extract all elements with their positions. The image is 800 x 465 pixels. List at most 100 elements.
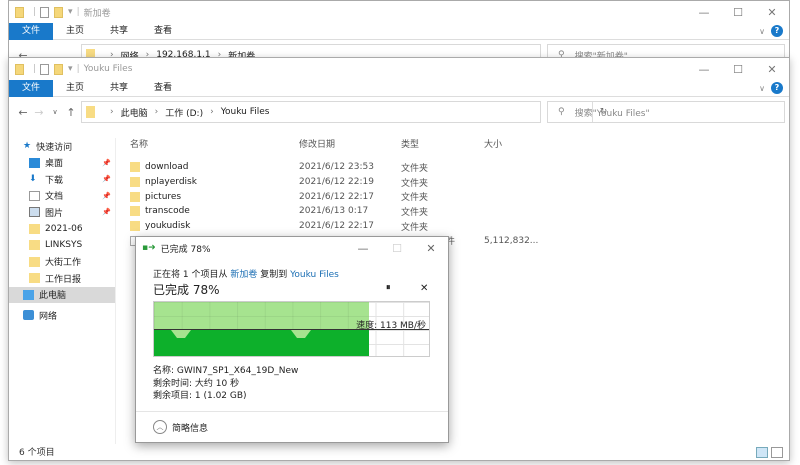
file-date: 2021/6/12 22:19 — [299, 177, 374, 188]
sidebar-item-label: 大街工作 — [45, 258, 82, 269]
recent-locations-icon[interactable]: ∨ — [47, 108, 63, 116]
tab-share[interactable]: 共享 — [97, 23, 141, 40]
maximize-button[interactable]: ☐ — [721, 1, 755, 23]
sidebar-item-daily-report[interactable]: 工作日报 — [9, 270, 115, 287]
column-header-row: 名称 修改日期 类型 大小 — [117, 134, 789, 152]
sidebar-item-label: 此电脑 — [39, 291, 67, 302]
items-remaining: 剩余项目: 1 (1.02 GB) — [153, 391, 247, 401]
file-type: 文件夹 — [401, 163, 429, 174]
column-type[interactable]: 类型 — [401, 137, 484, 150]
large-icons-view-button[interactable] — [771, 447, 783, 458]
time-remaining: 剩余时间: 大约 10 秒 — [153, 378, 240, 389]
sidebar-item-quick-access[interactable]: ★ 快速访问 — [9, 138, 115, 155]
properties-icon[interactable] — [15, 63, 24, 75]
customize-icon[interactable]: ▾ — [68, 7, 73, 17]
forward-icon[interactable]: → — [31, 106, 47, 119]
help-icon[interactable]: ? — [771, 25, 783, 37]
speed-label: 速度: 113 MB/秒 — [356, 321, 426, 331]
file-row[interactable]: youkudisk 2021/6/12 22:17 文件夹 — [117, 219, 789, 234]
sidebar-item-documents[interactable]: 文档 📌 — [9, 188, 115, 205]
checkbox-icon[interactable] — [40, 63, 50, 75]
help-icon[interactable]: ? — [771, 82, 783, 94]
close-button[interactable]: ✕ — [414, 237, 448, 259]
breadcrumb-item[interactable]: Youku Files — [221, 107, 270, 117]
maximize-button[interactable]: ☐ — [380, 237, 414, 259]
file-row[interactable]: pictures 2021/6/12 22:17 文件夹 — [117, 189, 789, 204]
sidebar-item-dajie-work[interactable]: 大街工作 — [9, 254, 115, 271]
tab-home[interactable]: 主页 — [53, 23, 97, 40]
close-button[interactable]: ✕ — [755, 58, 789, 80]
back-icon[interactable]: ← — [15, 106, 31, 119]
file-date: 2021/6/12 22:17 — [299, 221, 374, 232]
tab-share[interactable]: 共享 — [97, 80, 141, 97]
pin-icon[interactable]: 📌 — [102, 159, 111, 167]
new-folder-icon[interactable] — [54, 63, 64, 75]
copy-progress-dialog[interactable]: ▪➜ 已完成 78% — ☐ ✕ 正在将 1 个项目从 新加卷 复制到 Youku … — [135, 236, 449, 443]
file-name: 名称: GWIN7_SP1_X64_19D_New — [153, 366, 299, 376]
close-button[interactable]: ✕ — [755, 1, 789, 23]
properties-icon[interactable] — [15, 6, 24, 18]
folder-icon — [29, 240, 40, 251]
chevron-up-icon: ︿ — [153, 420, 167, 434]
pin-icon[interactable]: 📌 — [102, 208, 111, 216]
folder-icon — [130, 162, 140, 173]
pin-icon[interactable]: 📌 — [102, 192, 111, 200]
file-type: 文件夹 — [401, 193, 429, 204]
cancel-button[interactable]: ✕ — [420, 283, 428, 294]
star-icon: ★ — [23, 141, 32, 152]
sidebar-item-label: 网络 — [39, 311, 58, 322]
checkbox-icon[interactable] — [40, 6, 50, 18]
minimize-button[interactable]: — — [687, 58, 721, 80]
address-bar[interactable]: › 此电脑 › 工作 (D:) › Youku Files ↻ — [81, 101, 607, 123]
window-title: 新加卷 — [83, 8, 111, 19]
chevron-down-icon[interactable]: ∨ — [759, 84, 765, 93]
sidebar-item-label: 2021-06 — [45, 223, 83, 234]
desc-text: 复制到 — [260, 270, 288, 280]
sidebar-item-label: 下载 — [45, 175, 64, 186]
sidebar-item-this-pc[interactable]: 此电脑 — [9, 286, 115, 303]
customize-icon[interactable]: ▾ — [68, 64, 73, 74]
target-link[interactable]: Youku Files — [290, 270, 339, 280]
minimize-button[interactable]: — — [346, 237, 380, 259]
fewer-details-label: 简略信息 — [172, 423, 209, 434]
sidebar-item-label: 快速访问 — [36, 142, 73, 153]
tab-view[interactable]: 查看 — [141, 23, 185, 40]
file-row[interactable]: transcode 2021/6/13 0:17 文件夹 — [117, 204, 789, 219]
file-size: 5,112,832... — [484, 235, 539, 246]
pin-icon[interactable]: 📌 — [102, 175, 111, 183]
up-icon[interactable]: ↑ — [63, 106, 79, 119]
column-date[interactable]: 修改日期 — [299, 137, 401, 150]
dialog-title-bar: ▪➜ 已完成 78% — ☐ ✕ — [136, 237, 448, 259]
back-explorer-window[interactable]: | ▾| 新加卷 —☐✕ 文件 主页 共享 查看 ∨ ? ← › 网络› 192… — [8, 0, 790, 66]
sidebar-item-desktop[interactable]: 桌面 📌 — [9, 155, 115, 172]
minimize-button[interactable]: — — [687, 1, 721, 23]
maximize-button[interactable]: ☐ — [721, 58, 755, 80]
source-link[interactable]: 新加卷 — [230, 270, 257, 280]
new-folder-icon[interactable] — [54, 6, 64, 18]
breadcrumb-item[interactable]: 此电脑 — [121, 106, 148, 119]
tab-view[interactable]: 查看 — [141, 80, 185, 97]
sidebar-item-2021-06[interactable]: 2021-06 — [9, 221, 115, 238]
fewer-details-toggle[interactable]: ︿ 简略信息 — [153, 420, 208, 434]
column-name[interactable]: 名称 — [117, 137, 299, 150]
details-view-button[interactable] — [756, 447, 768, 458]
sidebar-item-linksys[interactable]: LINKSYS — [9, 237, 115, 254]
column-size[interactable]: 大小 — [484, 137, 502, 150]
breadcrumb-item[interactable]: 工作 (D:) — [165, 106, 203, 119]
tab-file[interactable]: 文件 — [9, 22, 54, 40]
desc-text: 正在将 1 个项目从 — [153, 270, 228, 280]
sidebar-item-network[interactable]: 网络 — [9, 307, 115, 324]
chevron-down-icon[interactable]: ∨ — [759, 27, 765, 36]
search-input[interactable]: ⚲ 搜索"Youku Files" — [547, 101, 785, 123]
file-row[interactable]: download 2021/6/12 23:53 文件夹 — [117, 160, 789, 175]
sidebar-item-pictures[interactable]: 图片 📌 — [9, 204, 115, 221]
tab-home[interactable]: 主页 — [53, 80, 97, 97]
sidebar-item-label: 图片 — [45, 208, 64, 219]
tab-file[interactable]: 文件 — [9, 79, 54, 97]
progress-graph: 速度: 113 MB/秒 — [153, 301, 430, 357]
file-row[interactable]: nplayerdisk 2021/6/12 22:19 文件夹 — [117, 175, 789, 190]
search-placeholder: 搜索"Youku Files" — [574, 108, 650, 119]
pause-button[interactable]: ⏸ — [386, 283, 391, 293]
sidebar-item-downloads[interactable]: ⬇ 下载 📌 — [9, 171, 115, 188]
folder-icon — [29, 256, 40, 267]
